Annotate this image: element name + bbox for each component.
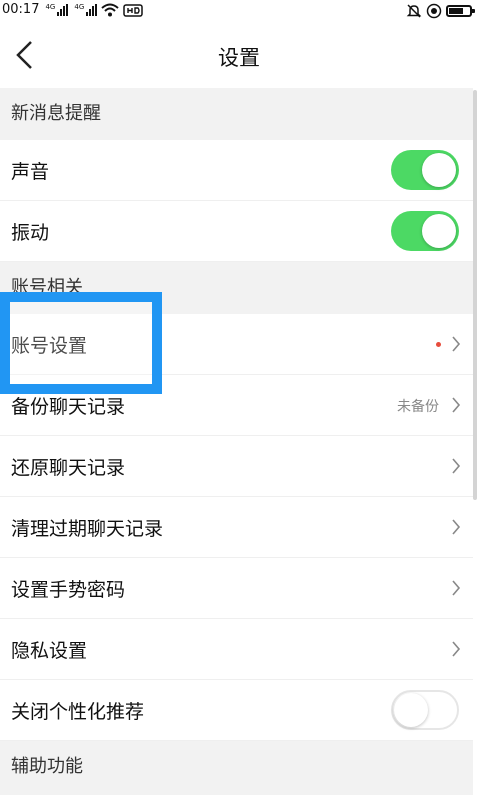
section-header-accessibility: 辅助功能 (0, 741, 473, 793)
navigation-bar: 设置 (0, 22, 478, 88)
cellular-signal-icon: 4G (45, 2, 69, 16)
settings-list: 新消息提醒 声音 振动 账号相关 账号设置 备份聊天记录 未备份 还原聊天记录 … (0, 88, 473, 795)
row-label: 备份聊天记录 (11, 396, 126, 418)
network-type-label-2: 4G (74, 2, 85, 11)
chevron-right-icon (452, 458, 461, 474)
section-header-notifications: 新消息提醒 (0, 88, 473, 140)
status-left: 00:17 4G 4G (2, 2, 143, 17)
alarm-icon (426, 3, 442, 19)
row-label: 设置手势密码 (11, 579, 126, 601)
chevron-right-icon (452, 641, 461, 657)
settings-row-vibration[interactable]: 振动 (0, 201, 473, 262)
row-label: 声音 (11, 161, 50, 183)
status-right (406, 3, 475, 19)
row-label: 关闭个性化推荐 (11, 701, 145, 723)
chevron-right-icon (452, 397, 461, 413)
settings-row-sound[interactable]: 声音 (0, 140, 473, 201)
page-title: 设置 (218, 46, 260, 70)
backup-status: 未备份 (397, 399, 439, 415)
chevron-right-icon (452, 336, 461, 352)
settings-row-privacy[interactable]: 隐私设置 (0, 619, 473, 680)
toggle-knob (422, 214, 456, 248)
toggle-knob (422, 153, 456, 187)
new-badge-dot (436, 342, 441, 347)
settings-row-personalization[interactable]: 关闭个性化推荐 (0, 680, 473, 741)
scrollbar[interactable] (473, 90, 477, 500)
battery-icon (446, 5, 475, 17)
network-type-label: 4G (45, 2, 56, 11)
personalization-toggle[interactable] (391, 690, 459, 730)
wifi-icon (101, 3, 119, 16)
cellular-signal-icon-2: 4G (74, 2, 98, 16)
status-bar: 00:17 4G 4G (0, 0, 478, 22)
hd-voice-icon (123, 3, 143, 17)
chevron-right-icon (452, 519, 461, 535)
row-label: 还原聊天记录 (11, 457, 126, 479)
vibration-toggle[interactable] (391, 211, 459, 251)
chevron-right-icon (452, 580, 461, 596)
toggle-knob (394, 693, 428, 727)
settings-row-restore[interactable]: 还原聊天记录 (0, 436, 473, 497)
mute-bell-icon (406, 4, 422, 18)
row-label: 振动 (11, 222, 50, 244)
row-label: 清理过期聊天记录 (11, 518, 164, 540)
highlight-box (0, 292, 162, 394)
settings-row-cleanup[interactable]: 清理过期聊天记录 (0, 497, 473, 558)
settings-row-gesture-password[interactable]: 设置手势密码 (0, 558, 473, 619)
status-time: 00:17 (2, 2, 40, 17)
row-label: 隐私设置 (11, 640, 88, 662)
sound-toggle[interactable] (391, 150, 459, 190)
